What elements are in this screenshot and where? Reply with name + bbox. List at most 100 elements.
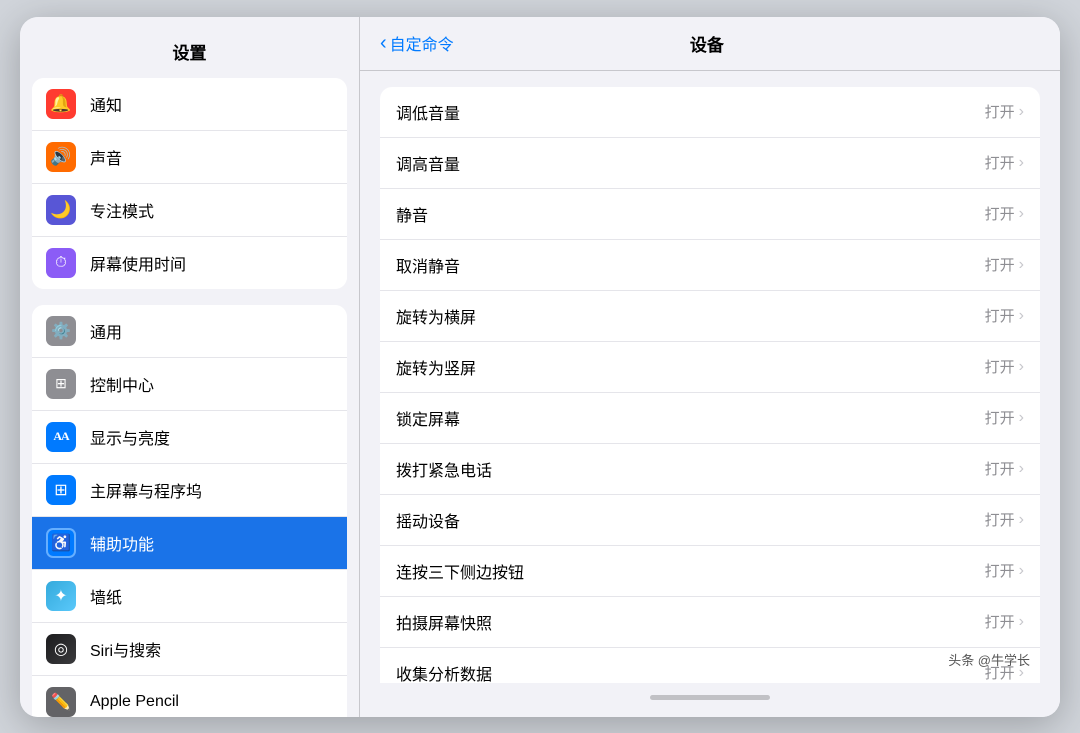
- right-content: 调低音量 打开 › 调高音量 打开 › 静音: [360, 71, 1060, 683]
- chevron-right-icon: ›: [1019, 307, 1024, 325]
- row-right: 打开 ›: [985, 356, 1024, 377]
- chevron-right-icon: ›: [1019, 562, 1024, 580]
- chevron-right-icon: ›: [1019, 154, 1024, 172]
- row-label: 静音: [396, 202, 985, 226]
- row-right: 打开 ›: [985, 305, 1024, 326]
- row-label: 调高音量: [396, 151, 985, 175]
- chevron-right-icon: ›: [1019, 256, 1024, 274]
- sidebar-item-label: 通用: [90, 319, 122, 343]
- sidebar-section-2: ⚙️ 通用 ⊞ 控制中心 AA 显示与亮度 ⊞ 主屏幕与程序坞 ♿ 辅助功能: [32, 305, 347, 717]
- sidebar: 设置 🔔 通知 🔊 声音 🌙 专注模式 ⏱ 屏幕使用时间: [20, 17, 360, 717]
- row-value: 打开: [985, 407, 1015, 428]
- sidebar-item-wallpaper[interactable]: ✦ 墙纸: [32, 570, 347, 623]
- sidebar-item-general[interactable]: ⚙️ 通用: [32, 305, 347, 358]
- sidebar-section-1: 🔔 通知 🔊 声音 🌙 专注模式 ⏱ 屏幕使用时间: [32, 78, 347, 289]
- row-label: 调低音量: [396, 100, 985, 124]
- back-button[interactable]: ‹ 自定命令: [380, 31, 454, 55]
- sounds-icon: 🔊: [46, 142, 76, 172]
- display-icon: AA: [46, 422, 76, 452]
- sidebar-item-label: 墙纸: [90, 584, 122, 608]
- right-panel: ‹ 自定命令 设备 调低音量 打开 ›: [360, 17, 1060, 717]
- sidebar-item-accessibility[interactable]: ♿ 辅助功能: [32, 517, 347, 570]
- sidebar-item-label: 辅助功能: [90, 531, 154, 555]
- settings-row-rotate-portrait[interactable]: 旋转为竖屏 打开 ›: [380, 342, 1040, 393]
- settings-row-rotate-landscape[interactable]: 旋转为横屏 打开 ›: [380, 291, 1040, 342]
- sidebar-item-label: 主屏幕与程序坞: [90, 478, 202, 502]
- row-right: 打开 ›: [985, 509, 1024, 530]
- back-chevron-icon: ‹: [380, 32, 387, 55]
- row-label: 收集分析数据: [396, 661, 985, 683]
- row-label: 拨打紧急电话: [396, 457, 985, 481]
- sidebar-item-label: 显示与亮度: [90, 425, 170, 449]
- row-label: 拍摄屏幕快照: [396, 610, 985, 634]
- back-label: 自定命令: [390, 31, 454, 55]
- row-value: 打开: [985, 101, 1015, 122]
- sidebar-item-siri[interactable]: ◎ Siri与搜索: [32, 623, 347, 676]
- settings-row-triple-click[interactable]: 连按三下侧边按钮 打开 ›: [380, 546, 1040, 597]
- row-label: 旋转为竖屏: [396, 355, 985, 379]
- row-label: 连按三下侧边按钮: [396, 559, 985, 583]
- sidebar-item-notifications[interactable]: 🔔 通知: [32, 78, 347, 131]
- controlcenter-icon: ⊞: [46, 369, 76, 399]
- row-label: 摇动设备: [396, 508, 985, 532]
- sidebar-item-homescreen[interactable]: ⊞ 主屏幕与程序坞: [32, 464, 347, 517]
- settings-row-emergency[interactable]: 拨打紧急电话 打开 ›: [380, 444, 1040, 495]
- sidebar-item-display[interactable]: AA 显示与亮度: [32, 411, 347, 464]
- row-label: 旋转为横屏: [396, 304, 985, 328]
- row-right: 打开 ›: [985, 203, 1024, 224]
- row-value: 打开: [985, 356, 1015, 377]
- chevron-right-icon: ›: [1019, 205, 1024, 223]
- sidebar-item-label: 屏幕使用时间: [90, 251, 186, 275]
- screentime-icon: ⏱: [46, 248, 76, 278]
- sidebar-item-focus[interactable]: 🌙 专注模式: [32, 184, 347, 237]
- row-value: 打开: [985, 458, 1015, 479]
- general-icon: ⚙️: [46, 316, 76, 346]
- settings-row-shake[interactable]: 摇动设备 打开 ›: [380, 495, 1040, 546]
- row-right: 打开 ›: [985, 101, 1024, 122]
- settings-row-vol-up[interactable]: 调高音量 打开 ›: [380, 138, 1040, 189]
- sidebar-item-screentime[interactable]: ⏱ 屏幕使用时间: [32, 237, 347, 289]
- row-value: 打开: [985, 203, 1015, 224]
- accessibility-icon: ♿: [46, 528, 76, 558]
- settings-row-vol-down[interactable]: 调低音量 打开 ›: [380, 87, 1040, 138]
- notifications-icon: 🔔: [46, 89, 76, 119]
- row-value: 打开: [985, 152, 1015, 173]
- footer-bar: [360, 683, 1060, 717]
- sidebar-item-controlcenter[interactable]: ⊞ 控制中心: [32, 358, 347, 411]
- focus-icon: 🌙: [46, 195, 76, 225]
- applepencil-icon: ✏️: [46, 687, 76, 717]
- settings-row-unmute[interactable]: 取消静音 打开 ›: [380, 240, 1040, 291]
- sidebar-item-label: 专注模式: [90, 198, 154, 222]
- row-value: 打开: [985, 611, 1015, 632]
- wallpaper-icon: ✦: [46, 581, 76, 611]
- home-indicator: [650, 695, 770, 700]
- settings-row-lock[interactable]: 锁定屏幕 打开 ›: [380, 393, 1040, 444]
- sidebar-title: 设置: [20, 27, 359, 78]
- siri-icon: ◎: [46, 634, 76, 664]
- row-right: 打开 ›: [985, 254, 1024, 275]
- chevron-right-icon: ›: [1019, 358, 1024, 376]
- sidebar-item-applepencil[interactable]: ✏️ Apple Pencil: [32, 676, 347, 717]
- sidebar-item-label: Siri与搜索: [90, 637, 161, 661]
- settings-row-analytics[interactable]: 收集分析数据 打开 ›: [380, 648, 1040, 683]
- settings-group: 调低音量 打开 › 调高音量 打开 › 静音: [380, 87, 1040, 683]
- settings-row-screenshot[interactable]: 拍摄屏幕快照 打开 ›: [380, 597, 1040, 648]
- right-title-wrapper: 设备: [454, 31, 960, 56]
- row-right: 打开 ›: [985, 407, 1024, 428]
- row-value: 打开: [985, 509, 1015, 530]
- chevron-right-icon: ›: [1019, 409, 1024, 427]
- row-value: 打开: [985, 254, 1015, 275]
- homescreen-icon: ⊞: [46, 475, 76, 505]
- sidebar-item-sounds[interactable]: 🔊 声音: [32, 131, 347, 184]
- sidebar-item-label: 控制中心: [90, 372, 154, 396]
- row-right: 打开 ›: [985, 458, 1024, 479]
- row-value: 打开: [985, 560, 1015, 581]
- chevron-right-icon: ›: [1019, 460, 1024, 478]
- sidebar-item-label: 通知: [90, 92, 122, 116]
- watermark: 头条 @牛学长: [948, 650, 1030, 669]
- row-right: 打开 ›: [985, 611, 1024, 632]
- sidebar-item-label: Apple Pencil: [90, 693, 179, 711]
- row-value: 打开: [985, 305, 1015, 326]
- settings-row-mute[interactable]: 静音 打开 ›: [380, 189, 1040, 240]
- sidebar-item-label: 声音: [90, 145, 122, 169]
